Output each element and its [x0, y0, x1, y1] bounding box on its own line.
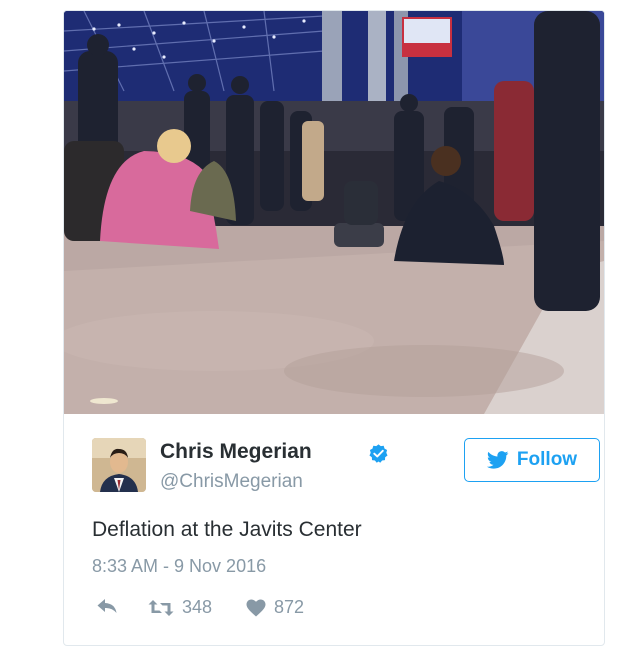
avatar[interactable] — [92, 438, 146, 492]
reply-button[interactable] — [96, 597, 118, 615]
tweet-author-row: Chris Megerian @ChrisMegerian Follow — [92, 436, 600, 496]
tweet-timestamp[interactable]: 8:33 AM - 9 Nov 2016 — [92, 556, 266, 577]
retweet-icon — [148, 599, 174, 616]
retweet-button[interactable]: 348 — [148, 597, 212, 618]
retweet-count: 348 — [182, 597, 213, 617]
like-button[interactable]: 872 — [246, 597, 304, 618]
tweet-text: Deflation at the Javits Center — [92, 518, 362, 541]
display-name[interactable]: Chris Megerian — [160, 440, 312, 464]
heart-icon — [246, 599, 266, 616]
tweet-photo[interactable] — [64, 11, 604, 414]
reply-icon — [97, 599, 117, 613]
follow-button-label: Follow — [516, 449, 578, 470]
handle[interactable]: @ChrisMegerian — [160, 471, 303, 493]
tweet-actions: 348 872 — [92, 597, 392, 621]
verified-badge-icon — [369, 444, 388, 463]
tweet-card: Chris Megerian @ChrisMegerian Follow Def… — [63, 10, 605, 646]
follow-button[interactable]: Follow — [464, 438, 600, 482]
crowd-photo-illustration — [64, 11, 604, 414]
profile-photo — [92, 438, 146, 492]
twitter-bird-icon — [486, 451, 509, 469]
like-count: 872 — [274, 597, 305, 617]
